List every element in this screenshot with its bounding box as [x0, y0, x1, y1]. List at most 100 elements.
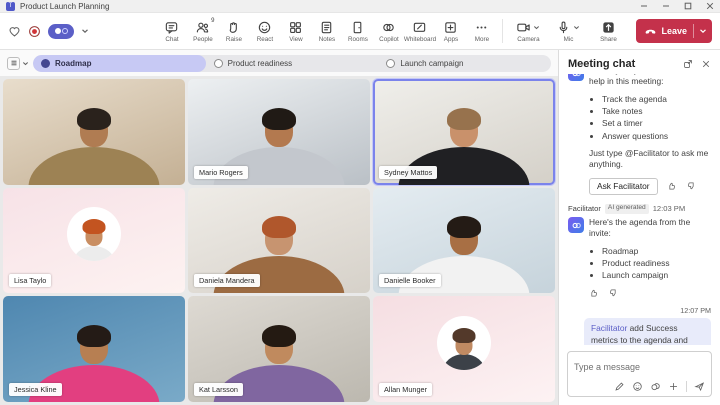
video-tile-kat-larsson[interactable]: Kat Larsson	[188, 296, 370, 402]
participant-name-chip: Mario Rogers	[194, 166, 248, 179]
toolbar-copilot-button[interactable]: Copilot	[373, 19, 404, 43]
toolbar-button-label: Raise	[226, 36, 242, 43]
video-tile-lisa-taylo[interactable]: Lisa Taylo	[3, 188, 185, 294]
sender-name: Facilitator	[568, 204, 601, 214]
sent-message-bubble: Facilitator add Success metrics to the a…	[584, 318, 711, 345]
message-intro: Hi everybody, here's how I can help in t…	[589, 74, 711, 88]
video-grid: Mario Rogers Sydney Mattos Lisa Taylo Danie…	[0, 76, 558, 405]
minimize-icon[interactable]	[661, 2, 670, 11]
video-tile-danielle-booker[interactable]: Danielle Booker	[373, 188, 555, 294]
leave-options-chevron-icon[interactable]	[694, 27, 712, 35]
mic-icon	[556, 20, 571, 35]
thumbs-down-icon[interactable]	[608, 288, 618, 298]
toolbar-chat-button[interactable]: Chat	[156, 19, 187, 43]
toolbar-notes-button[interactable]: Notes	[311, 19, 342, 43]
toolbar-button-label: People	[193, 36, 213, 43]
agenda-menu-button[interactable]	[7, 57, 29, 70]
popout-icon[interactable]	[683, 59, 693, 69]
facilitator-mention[interactable]: Facilitator	[591, 323, 627, 333]
message-meta: Facilitator AI generated 12:03 PM	[568, 204, 711, 214]
participant-name-chip: Jessica Kline	[9, 383, 62, 396]
video-tile-mario-rogers[interactable]: Mario Rogers	[188, 79, 370, 185]
toolbar-apps-button[interactable]: Apps	[435, 19, 466, 43]
video-tile-sydney-mattos[interactable]: Sydney Mattos	[373, 79, 555, 185]
leave-button[interactable]: Leave	[636, 19, 712, 43]
toolbar-button-label: More	[475, 36, 489, 43]
maximize-icon[interactable]	[683, 2, 692, 11]
participant-name-chip: Allan Munger	[379, 383, 432, 396]
agenda-item-product-readiness[interactable]: Product readiness	[206, 55, 379, 72]
hang-up-icon	[644, 25, 657, 38]
video-tile-daniela-mandera[interactable]: Daniela Mandera	[188, 188, 370, 294]
sent-message-time: 12:07 PM	[568, 306, 711, 316]
video-tile-allan-munger[interactable]: Allan Munger	[373, 296, 555, 402]
collapse-icon[interactable]	[639, 2, 648, 11]
chat-message-facilitator-help: Hi everybody, here's how I can help in t…	[568, 74, 711, 195]
agenda-item-roadmap[interactable]: Roadmap	[33, 55, 206, 72]
bullet-item: Answer questions	[602, 131, 711, 142]
thumbs-up-icon[interactable]	[589, 288, 599, 298]
thumbs-up-icon[interactable]	[667, 181, 677, 191]
toolbar-rooms-button[interactable]: Rooms	[342, 19, 373, 43]
toolbar-button-label: Whiteboard	[404, 36, 436, 43]
message-outro: Just type @Facilitator to ask me anythin…	[589, 148, 711, 171]
chat-message-list[interactable]: Hi everybody, here's how I can help in t…	[559, 74, 720, 345]
toolbar-device-buttons: Camera Mic Share	[508, 19, 628, 43]
participant-name-chip: Daniela Mandera	[194, 274, 260, 287]
thumbs-down-icon[interactable]	[686, 181, 696, 191]
participant-figure	[73, 246, 115, 261]
participant-name-chip: Danielle Booker	[379, 274, 441, 287]
agenda-item-launch-campaign[interactable]: Launch campaign	[378, 55, 551, 72]
facilitator-pill[interactable]	[48, 24, 74, 39]
ai-generated-badge: AI generated	[605, 204, 649, 214]
video-tile-jessica-kline[interactable]: Jessica Kline	[3, 296, 185, 402]
toolbar-raise-button[interactable]: Raise	[218, 19, 249, 43]
toolbar-button-label: Share	[600, 36, 617, 43]
toolbar-buttons: Chat 9 People Raise ReactViewNotesRoomsCopil…	[156, 19, 712, 43]
participant-name-chip: Lisa Taylo	[9, 274, 51, 287]
message-bullet-list: RoadmapProduct readinessLaunch campaign	[589, 246, 711, 282]
chevron-down-icon[interactable]	[81, 27, 89, 35]
agenda-bar: RoadmapProduct readiness Launch campaign	[0, 50, 558, 76]
toolbar-button-label: Camera	[517, 36, 539, 43]
toolbar-people-button[interactable]: 9 People	[187, 19, 218, 43]
agenda-item-dot	[41, 59, 50, 68]
meeting-stage: RoadmapProduct readinessLaunch campaign …	[0, 50, 558, 405]
agenda-chevron-icon	[22, 60, 29, 67]
close-window-icon[interactable]	[705, 2, 714, 11]
video-tile[interactable]	[3, 79, 185, 185]
people-count-badge: 9	[211, 18, 214, 24]
toolbar-mic-button[interactable]: Mic	[548, 19, 588, 43]
heart-reaction-icon[interactable]	[8, 25, 21, 38]
agenda-item-dot	[386, 59, 395, 68]
message-composer	[567, 351, 712, 397]
teams-logo-icon: T	[6, 2, 15, 11]
close-chat-icon[interactable]	[701, 59, 711, 69]
bullet-item: Take notes	[602, 106, 711, 117]
message-intro: Here's the agenda from the invite:	[589, 217, 711, 240]
rooms-icon	[350, 20, 365, 35]
recording-indicator-icon[interactable]	[28, 25, 41, 38]
loop-component-icon[interactable]	[650, 381, 661, 392]
raise-icon	[226, 20, 241, 35]
toolbar-camera-button[interactable]: Camera	[508, 19, 548, 43]
ask-facilitator-button[interactable]: Ask Facilitator	[589, 178, 658, 195]
plus-icon[interactable]	[668, 381, 679, 392]
toolbar-share-button[interactable]: Share	[588, 19, 628, 43]
people-icon	[195, 20, 210, 35]
send-icon[interactable]	[694, 381, 705, 392]
facilitator-avatar	[568, 74, 584, 81]
message-bullet-list: Track the agendaTake notesSet a timerAns…	[589, 94, 711, 142]
agenda-progress-track: RoadmapProduct readiness Launch campaign	[33, 55, 551, 72]
toolbar-main-buttons: Chat 9 People Raise ReactViewNotesRoomsCopil…	[156, 19, 497, 43]
toolbar-button-label: Chat	[165, 36, 178, 43]
participant-figure	[443, 354, 485, 369]
emoji-icon[interactable]	[632, 381, 643, 392]
agenda-item-label: Launch campaign	[400, 59, 463, 68]
toolbar-view-button[interactable]: View	[280, 19, 311, 43]
toolbar-more-button[interactable]: More	[466, 19, 497, 43]
toolbar-whiteboard-button[interactable]: Whiteboard	[404, 19, 435, 43]
message-input[interactable]	[574, 362, 705, 372]
format-icon[interactable]	[614, 381, 625, 392]
toolbar-react-button[interactable]: React	[249, 19, 280, 43]
